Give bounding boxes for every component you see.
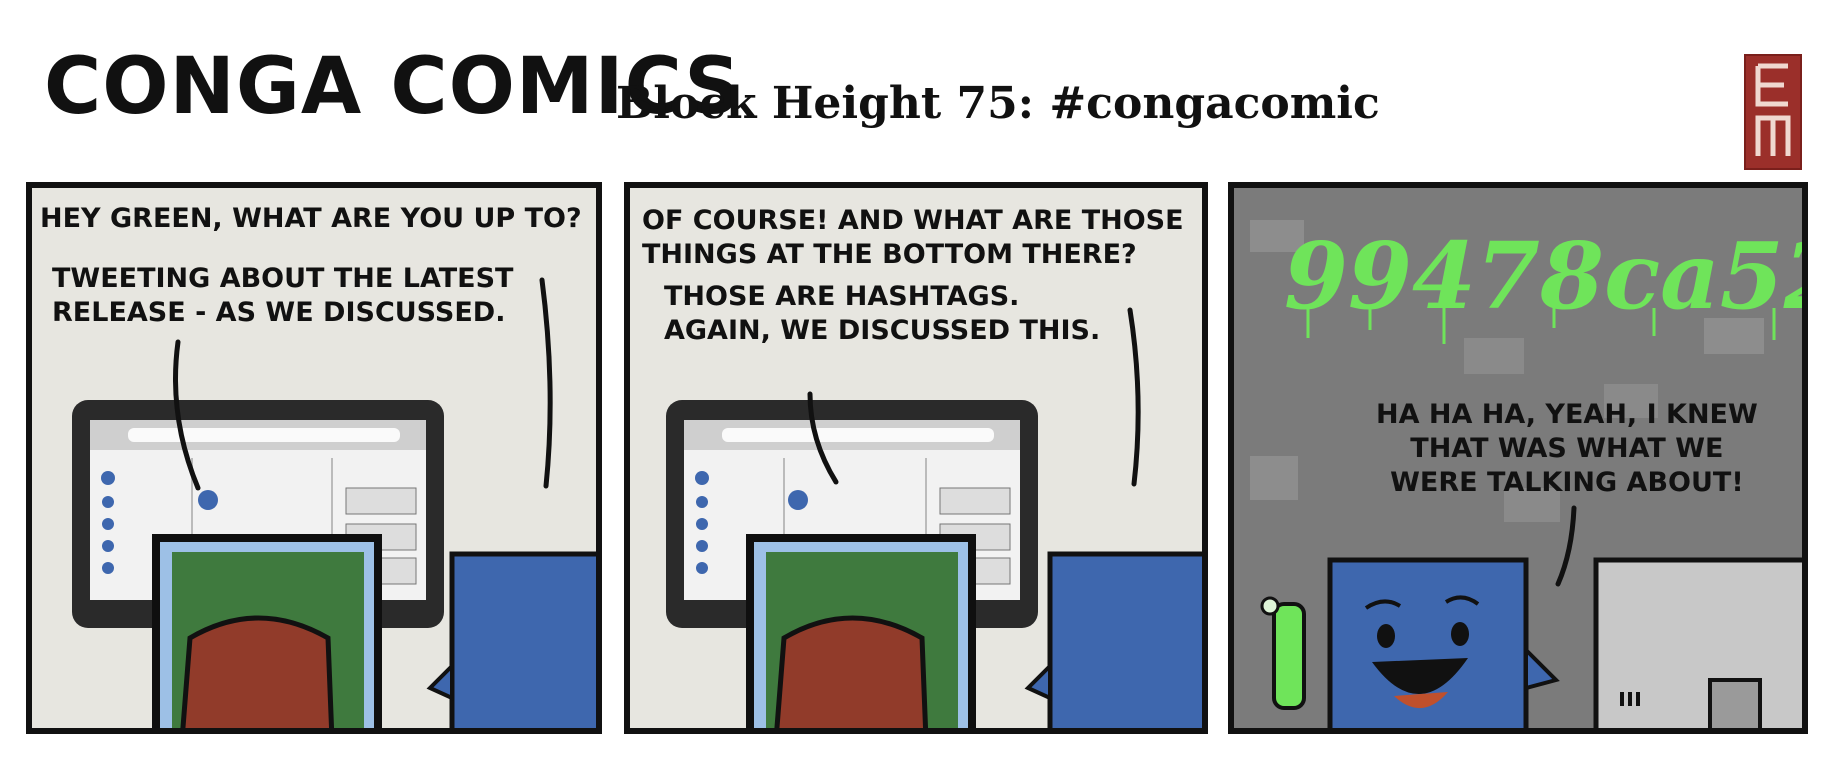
speech-tail-blue [539, 277, 553, 489]
bird-icon [695, 471, 709, 485]
speech-blue: HEY GREEN, WHAT ARE YOU UP TO? [40, 203, 582, 234]
comic-subtitle: Block Height 75: #congacomic [616, 78, 1380, 129]
panel-2: OF COURSE! AND WHAT ARE THOSE THINGS AT … [624, 182, 1208, 734]
speech-green: THOSE ARE HASHTAGS. AGAIN, WE DISCUSSED … [664, 281, 1101, 346]
appliance [1593, 557, 1802, 728]
speech-tail-blue [1555, 505, 1577, 587]
panel-1: HEY GREEN, WHAT ARE YOU UP TO? TWEETING … [26, 182, 602, 734]
blue-character [1047, 551, 1202, 728]
speech-blue: OF COURSE! AND WHAT ARE THOSE THINGS AT … [642, 205, 1184, 270]
blue-character [1327, 557, 1529, 728]
speech-green: TWEETING ABOUT THE LATEST RELEASE - AS W… [52, 263, 514, 328]
panel-3: 99478ca52e HA HA HA, YEAH, I KNEW THAT W… [1228, 182, 1808, 734]
bottle [1272, 602, 1306, 710]
em-logo-glyph [1755, 63, 1791, 156]
speech-blue: HA HA HA, YEAH, I KNEW THAT WAS WHAT WE … [1376, 399, 1758, 498]
chair [774, 615, 929, 728]
em-logo [1744, 54, 1802, 170]
chair [180, 615, 335, 728]
bird-icon [101, 471, 115, 485]
speech-tail-blue [1127, 307, 1141, 487]
graffiti-hash: 99478ca52e [1284, 222, 1808, 330]
blue-character [449, 551, 596, 728]
